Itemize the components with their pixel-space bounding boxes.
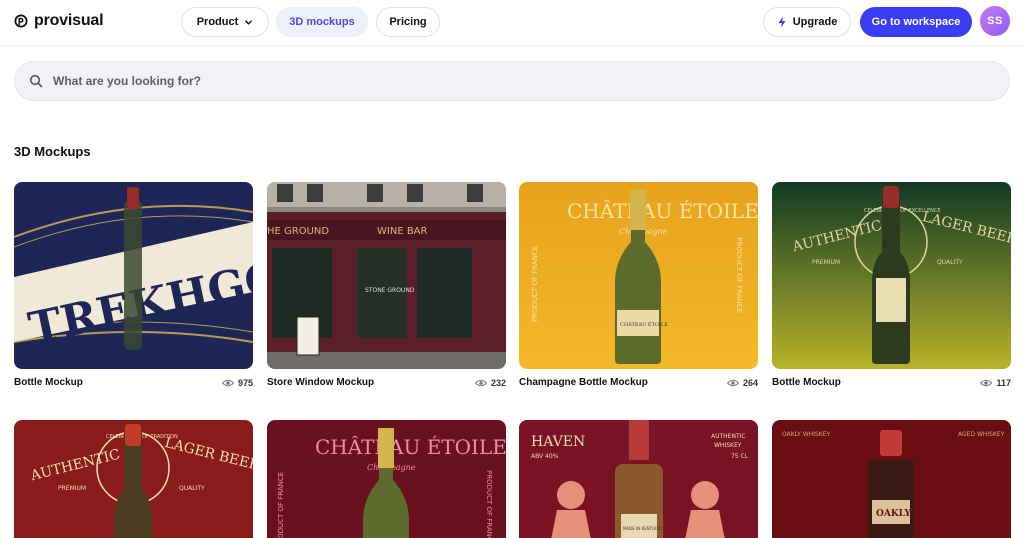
mockup-card[interactable]: CHÂTEAU ÉTOILE Champagne PRODUCT OF FRAN… <box>519 182 758 388</box>
mockup-thumbnail[interactable]: HE GROUND WINE BAR STONE GROUND <box>267 182 506 369</box>
artwork-text: AGED WHISKEY <box>958 431 1005 438</box>
provisual-logo-icon <box>14 14 28 28</box>
artwork-text: HE GROUND <box>267 226 329 237</box>
artwork-text: CHÂTEAU ÉTOILE <box>567 199 758 223</box>
avatar-initials: SS <box>987 15 1003 27</box>
mockup-card[interactable]: OAKLY WHISKEY AGED WHISKEY OAKLY <box>772 420 1011 538</box>
nav-pricing-tab[interactable]: Pricing <box>376 7 440 37</box>
view-count: 232 <box>474 377 506 388</box>
search-bar[interactable] <box>14 61 1010 101</box>
view-count: 117 <box>980 378 1011 388</box>
artwork-text: QUALITY <box>937 259 963 266</box>
nav-pricing-label: Pricing <box>389 16 427 28</box>
nav-product-label: Product <box>196 16 239 28</box>
artwork-text: PRODUCT OF FRANCE <box>735 237 743 313</box>
chevron-down-icon <box>245 19 253 25</box>
brand-logo[interactable]: provisual <box>14 12 104 30</box>
card-title: Bottle Mockup <box>772 377 841 388</box>
card-title: Champagne Bottle Mockup <box>519 377 648 388</box>
card-caption: Champagne Bottle Mockup 264 <box>519 377 758 388</box>
mockup-thumbnail[interactable]: AUTHENTIC LAGER BEER PREMIUM QUALITY CEL… <box>772 182 1011 369</box>
go-to-workspace-button[interactable]: Go to workspace <box>860 7 972 37</box>
view-count: 975 <box>221 377 253 388</box>
eye-icon <box>980 379 993 386</box>
mockup-card[interactable]: TREKHGORNOE Bottle Mockup 975 <box>14 182 253 388</box>
card-caption: Bottle Mockup 975 <box>14 377 253 388</box>
nav-3d-mockups-tab[interactable]: 3D mockups <box>276 7 368 37</box>
mockup-thumbnail[interactable]: OAKLY WHISKEY AGED WHISKEY OAKLY <box>772 420 1011 538</box>
mockup-thumbnail[interactable]: AUTHENTIC LAGER BEER PREMIUM QUALITY CEL… <box>14 420 253 538</box>
artwork-text: CELEBRATION OF EXCELLENCE <box>864 208 941 214</box>
mockup-thumbnail[interactable]: HAVEN ABV 40% AUTHENTIC WHISKEY 75 CL MA… <box>519 420 758 538</box>
card-title: Bottle Mockup <box>14 377 83 388</box>
card-title: Store Window Mockup <box>267 377 375 388</box>
artwork-text: PREMIUM <box>58 485 86 492</box>
artwork-text: STONE GROUND <box>365 287 415 294</box>
artwork-text: CHÂTEAU ÉTOILE <box>315 435 506 459</box>
eye-icon <box>221 379 234 386</box>
mockup-thumbnail[interactable]: CHÂTEAU ÉTOILE Champagne PRODUCT OF FRAN… <box>519 182 758 369</box>
mockup-card[interactable]: AUTHENTIC LAGER BEER PREMIUM QUALITY CEL… <box>772 182 1011 388</box>
view-count-value: 232 <box>490 377 506 388</box>
mockup-card[interactable]: HAVEN ABV 40% AUTHENTIC WHISKEY 75 CL MA… <box>519 420 758 538</box>
workspace-label: Go to workspace <box>871 16 961 28</box>
top-navigation-bar: provisual Product 3D mockups Pricing Upg… <box>0 0 1024 46</box>
section-title: 3D Mockups <box>14 144 91 159</box>
mockup-card[interactable]: HE GROUND WINE BAR STONE GROUND Store Wi… <box>267 182 506 388</box>
artwork-text: PREMIUM <box>812 259 840 266</box>
mockup-card[interactable]: CHÂTEAU ÉTOILE Champagne PRODUCT OF FRAN… <box>267 420 506 538</box>
artwork-text: AUTHENTIC <box>711 433 746 440</box>
artwork-text: WINE BAR <box>377 226 428 237</box>
user-avatar[interactable]: SS <box>980 6 1010 36</box>
eye-icon <box>726 379 739 386</box>
nav-3d-mockups-label: 3D mockups <box>289 16 355 28</box>
artwork-text: PRODUCT OF FRANCE <box>485 470 493 538</box>
artwork-text: OAKLY <box>876 509 911 519</box>
upgrade-button[interactable]: Upgrade <box>763 7 851 37</box>
nav-product-dropdown[interactable]: Product <box>181 7 269 37</box>
artwork-text: 75 CL <box>731 453 749 460</box>
view-count: 264 <box>726 377 758 388</box>
view-count-value: 975 <box>237 377 253 388</box>
artwork-text: OAKLY WHISKEY <box>782 431 831 438</box>
search-input[interactable] <box>53 74 953 88</box>
card-caption: Store Window Mockup 232 <box>267 377 506 388</box>
view-count-value: 264 <box>742 377 758 388</box>
mockup-thumbnail[interactable]: TREKHGORNOE <box>14 182 253 369</box>
artwork-text: HAVEN <box>531 434 585 450</box>
brand-name: provisual <box>34 12 104 29</box>
artwork-text: QUALITY <box>179 485 205 492</box>
artwork-text: MADE IN KENTUCKY <box>623 526 663 531</box>
eye-icon <box>474 379 487 386</box>
artwork-text: PRODUCT OF FRANCE <box>277 472 285 538</box>
artwork-text: WHISKEY <box>714 442 742 449</box>
card-caption: Bottle Mockup 117 <box>772 377 1011 388</box>
mockup-card[interactable]: AUTHENTIC LAGER BEER PREMIUM QUALITY CEL… <box>14 420 253 538</box>
artwork-text: ABV 40% <box>531 453 559 460</box>
upgrade-label: Upgrade <box>792 16 838 28</box>
artwork-text: PRODUCT OF FRANCE <box>531 246 539 322</box>
view-count-value: 117 <box>996 377 1011 388</box>
search-icon <box>29 74 43 88</box>
lightning-bolt-icon <box>778 16 786 28</box>
artwork-text: CELEBRATION OF TRADITION <box>106 434 178 440</box>
artwork-text: CHÂTEAU ÉTOILE <box>620 320 668 328</box>
mockup-thumbnail[interactable]: CHÂTEAU ÉTOILE Champagne PRODUCT OF FRAN… <box>267 420 506 538</box>
